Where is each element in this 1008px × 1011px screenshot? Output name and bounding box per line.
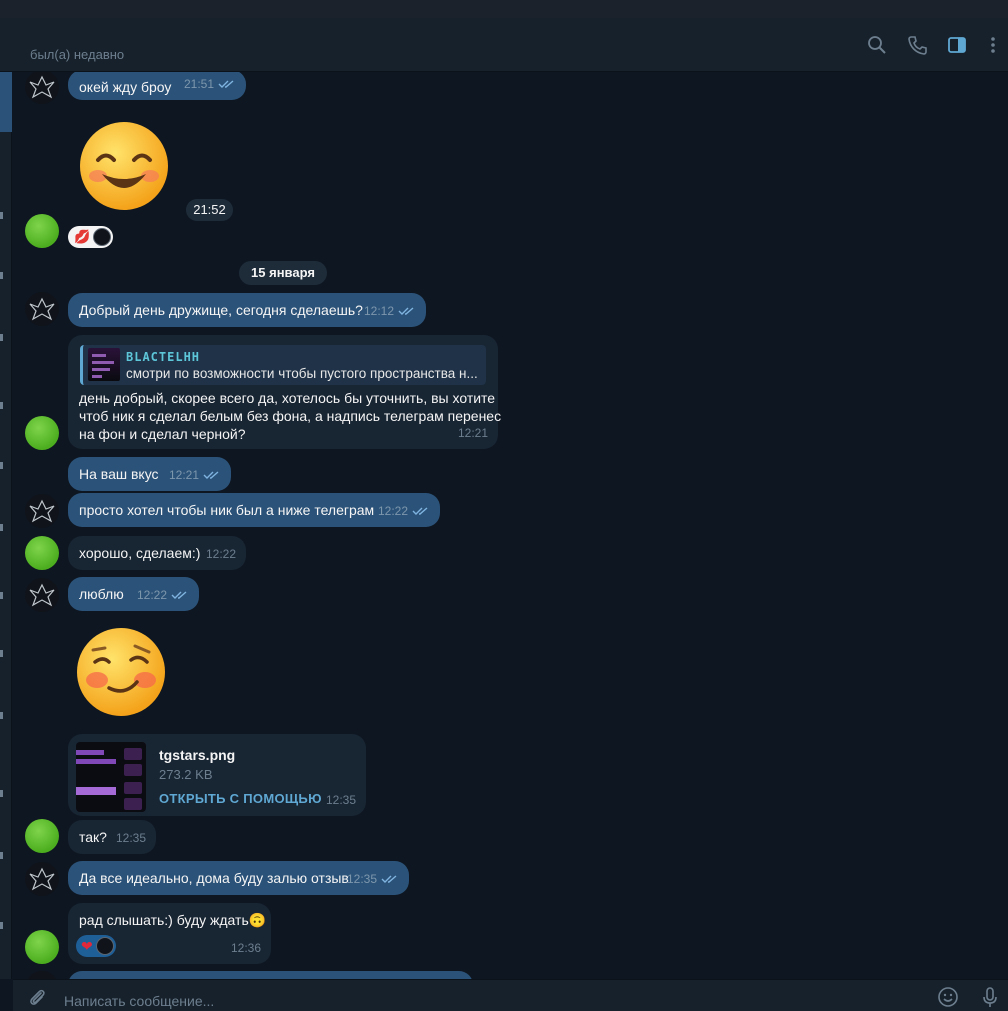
- message-text: Добрый день дружище, сегодня сделаешь?: [79, 302, 363, 318]
- avatar[interactable]: [25, 971, 59, 979]
- avatar[interactable]: [25, 819, 59, 853]
- message-text: день добрый, скорее всего да, хотелось б…: [79, 390, 502, 442]
- message-list[interactable]: окей жду броу 21:51 21:52 💋 15 января До…: [13, 72, 1008, 979]
- avatar[interactable]: [25, 494, 59, 528]
- message-text: люблю: [79, 586, 124, 602]
- emoji-icon[interactable]: [937, 986, 959, 1008]
- microphone-icon[interactable]: [979, 986, 1001, 1008]
- message-bubble[interactable]: рад слышать:) буду ждать🙃 ❤ 12:36: [68, 903, 271, 964]
- message-text: рад слышать:) буду ждать🙃: [79, 912, 267, 928]
- message-bubble[interactable]: Да все идеально, дома буду залью отзыв 1…: [68, 861, 409, 895]
- reactor-avatar: [95, 937, 114, 955]
- reply-author: BLACTELHH: [126, 350, 201, 364]
- avatar[interactable]: [25, 930, 59, 964]
- message-bubble[interactable]: BLACTELHH смотри по возможности чтобы пу…: [68, 335, 502, 449]
- active-chat-indicator: [0, 72, 12, 132]
- file-thumbnail[interactable]: [76, 742, 146, 812]
- message-meta: 12:36: [230, 941, 261, 955]
- double-check-icon: [398, 307, 414, 315]
- avatar[interactable]: [25, 72, 59, 104]
- chat-list-strip[interactable]: [0, 72, 12, 979]
- double-check-icon: [171, 591, 187, 599]
- more-vertical-icon[interactable]: [983, 35, 1003, 55]
- message-input[interactable]: Написать сообщение...: [64, 993, 214, 1009]
- message-meta: 12:22: [378, 502, 430, 520]
- search-icon[interactable]: [867, 35, 887, 55]
- contact-status: был(а) недавно: [30, 47, 125, 62]
- smile-sticker[interactable]: [76, 118, 172, 214]
- heart-reaction: ❤: [81, 938, 93, 954]
- sidebar-panel-icon[interactable]: [947, 35, 967, 55]
- message-bubble[interactable]: [68, 971, 473, 979]
- double-check-icon: [412, 507, 428, 515]
- avatar[interactable]: [25, 862, 59, 896]
- message-text: просто хотел чтобы ник был а ниже телегр…: [79, 502, 375, 518]
- avatar[interactable]: [25, 578, 59, 612]
- avatar[interactable]: [25, 536, 59, 570]
- message-bubble[interactable]: хорошо, сделаем:) 12:22: [68, 536, 246, 570]
- message-meta: 12:21: [457, 426, 488, 440]
- message-meta: 12:35: [115, 831, 146, 845]
- message-text: Да все идеально, дома буду залью отзыв: [79, 870, 349, 886]
- message-bubble[interactable]: Добрый день дружище, сегодня сделаешь? 1…: [68, 293, 426, 327]
- chat-header: был(а) недавно: [0, 18, 1008, 72]
- message-meta: 21:51: [184, 75, 236, 93]
- double-check-icon: [381, 875, 397, 883]
- message-text: На ваш вкус: [79, 466, 159, 482]
- reply-text: смотри по возможности чтобы пустого прос…: [126, 366, 478, 381]
- reply-thumbnail: [88, 348, 120, 381]
- reaction-pill[interactable]: ❤: [76, 935, 116, 957]
- double-check-icon: [203, 471, 219, 479]
- open-with-link[interactable]: ОТКРЫТЬ С ПОМОЩЬЮ: [159, 790, 322, 808]
- kiss-reaction: 💋: [74, 229, 91, 244]
- message-text: хорошо, сделаем:): [79, 545, 201, 561]
- paperclip-icon[interactable]: [26, 986, 48, 1008]
- phone-icon[interactable]: [907, 35, 927, 55]
- avatar[interactable]: [25, 292, 59, 326]
- avatar[interactable]: [25, 214, 59, 248]
- date-divider: 15 января: [239, 261, 327, 285]
- message-bubble[interactable]: люблю 12:22: [68, 577, 199, 611]
- blush-smile-sticker[interactable]: [73, 624, 169, 720]
- message-meta: 12:35: [325, 793, 356, 807]
- message-bubble[interactable]: На ваш вкус 12:21: [68, 457, 231, 491]
- message-bubble[interactable]: так? 12:35: [68, 820, 156, 854]
- reactor-avatar: [93, 228, 112, 246]
- file-message[interactable]: tgstars.png 273.2 KB ОТКРЫТЬ С ПОМОЩЬЮ 1…: [68, 734, 366, 816]
- message-meta: 12:22: [137, 586, 189, 604]
- message-meta: 12:35: [347, 870, 399, 888]
- window-top-strip: [0, 0, 1008, 18]
- file-size: 273.2 KB: [159, 767, 213, 782]
- message-meta: 12:12: [364, 302, 416, 320]
- avatar[interactable]: [25, 416, 59, 450]
- message-meta: 12:21: [169, 466, 221, 484]
- message-composer: Написать сообщение...: [13, 979, 1008, 1011]
- message-text: так?: [79, 829, 107, 845]
- message-bubble[interactable]: окей жду броу 21:51: [68, 72, 246, 100]
- reply-preview[interactable]: BLACTELHH смотри по возможности чтобы пу…: [80, 345, 486, 385]
- sticker-time: 21:52: [186, 199, 233, 221]
- reaction-pill[interactable]: 💋: [68, 226, 114, 248]
- file-name: tgstars.png: [159, 747, 236, 763]
- message-text: окей жду броу: [79, 79, 172, 95]
- message-bubble[interactable]: просто хотел чтобы ник был а ниже телегр…: [68, 493, 440, 527]
- double-check-icon: [218, 80, 234, 88]
- message-meta: 12:22: [205, 547, 236, 561]
